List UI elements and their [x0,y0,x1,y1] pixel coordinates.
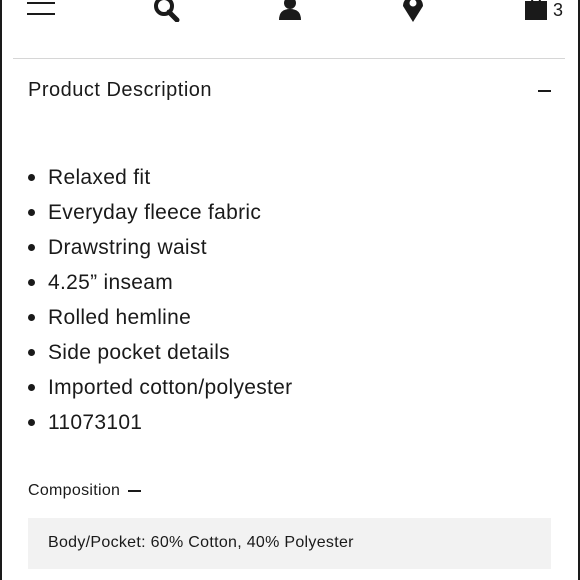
composition-label: Composition [28,482,121,499]
bullet-icon [28,384,35,391]
top-navigation-bar: 3 [0,0,580,28]
detail-text: Imported cotton/polyester [48,376,293,399]
account-button[interactable] [276,0,304,22]
detail-text: Drawstring waist [48,236,207,259]
composition-panel: Body/Pocket: 60% Cotton, 40% Polyester [28,518,551,569]
section-title: Product Description [28,79,213,101]
account-icon [279,0,301,20]
bullet-icon [28,314,35,321]
store-locator-icon [403,0,423,22]
store-locator-button[interactable] [399,0,427,24]
list-item: Relaxed fit [28,160,292,195]
list-item: Rolled hemline [28,300,292,335]
detail-text: Everyday fleece fabric [48,201,262,224]
shopping-bag-icon [525,0,547,20]
bag-item-count: 3 [553,0,564,20]
list-item: Side pocket details [28,335,292,370]
composition-value: Body/Pocket: 60% Cotton, 40% Polyester [48,534,354,551]
shopping-bag-button[interactable]: 3 [524,0,574,24]
menu-icon [27,2,55,15]
product-description-accordion-header[interactable]: Product Description [13,59,565,123]
composition-toggle-button[interactable]: Composition [28,480,142,502]
detail-text: 4.25” inseam [48,271,173,294]
list-item: 11073101 [28,405,292,440]
detail-text: 11073101 [48,411,143,434]
search-button[interactable] [152,0,182,22]
bullet-icon [28,174,35,181]
search-icon [154,0,180,22]
list-item: Everyday fleece fabric [28,195,292,230]
bullet-icon [28,209,35,216]
detail-text: Rolled hemline [48,306,192,329]
list-item: Drawstring waist [28,230,292,265]
detail-text: Relaxed fit [48,166,151,189]
minus-icon [128,490,142,492]
list-item: 4.25” inseam [28,265,292,300]
menu-button[interactable] [26,0,56,20]
screen-left-edge [0,0,2,580]
detail-text: Side pocket details [48,341,230,364]
bullet-icon [28,244,35,251]
bullet-icon [28,349,35,356]
list-item: Imported cotton/polyester [28,370,292,405]
product-details-list: Relaxed fit Everyday fleece fabric Draws… [28,160,292,440]
minus-icon[interactable] [538,90,551,92]
bullet-icon [28,419,35,426]
bullet-icon [28,279,35,286]
